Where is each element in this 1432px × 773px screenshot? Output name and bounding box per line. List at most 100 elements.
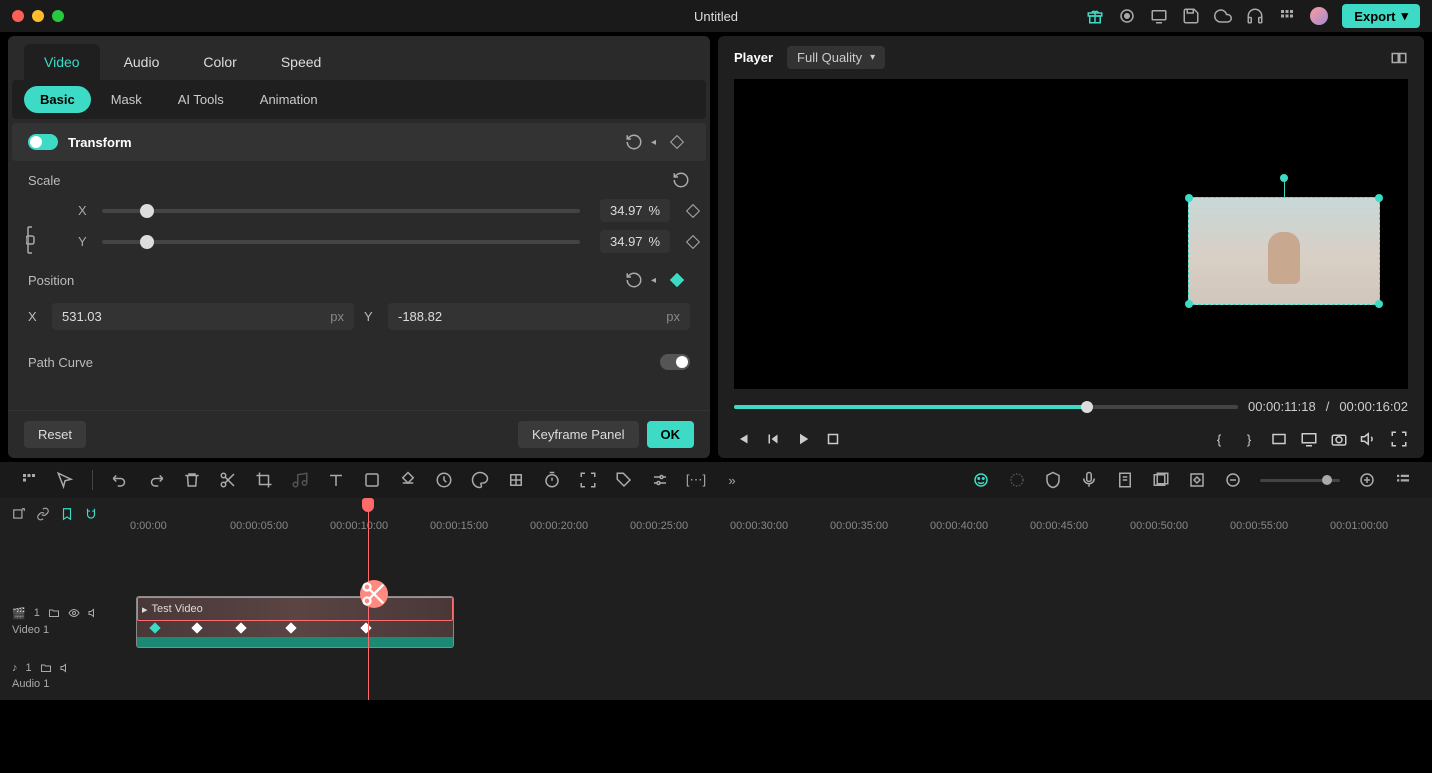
volume-icon[interactable] — [1360, 430, 1378, 448]
scale-x-value[interactable]: 34.97% — [600, 199, 670, 222]
transform-toggle[interactable] — [28, 134, 58, 150]
tab-animation[interactable]: Animation — [244, 86, 334, 113]
tab-speed[interactable]: Speed — [261, 44, 341, 80]
transform-keyframe-diamond[interactable] — [670, 135, 684, 149]
save-icon[interactable] — [1182, 7, 1200, 25]
marker-icon[interactable] — [60, 507, 74, 521]
palette-icon[interactable] — [471, 471, 489, 489]
step-back-button[interactable] — [764, 430, 782, 448]
playback-progress[interactable] — [734, 405, 1238, 409]
clip-keyframe[interactable] — [149, 622, 160, 633]
path-curve-toggle[interactable] — [660, 354, 690, 370]
music-icon[interactable] — [291, 471, 309, 489]
mic-icon[interactable] — [1080, 471, 1098, 489]
position-keyframe-diamond[interactable] — [670, 273, 684, 287]
expand-icon[interactable] — [579, 471, 597, 489]
close-window-button[interactable] — [12, 10, 24, 22]
magnet-icon[interactable] — [84, 507, 98, 521]
display-icon[interactable] — [1300, 430, 1318, 448]
tab-mask[interactable]: Mask — [95, 86, 158, 113]
zoom-in-icon[interactable] — [1358, 471, 1376, 489]
link-icon[interactable] — [36, 507, 50, 521]
keyframe-icon[interactable] — [1188, 471, 1206, 489]
undo-icon[interactable] — [111, 471, 129, 489]
clip-selection-frame[interactable] — [1188, 197, 1380, 305]
minimize-window-button[interactable] — [32, 10, 44, 22]
reset-transform-icon[interactable] — [625, 133, 643, 151]
clip-keyframe[interactable] — [285, 622, 296, 633]
target-icon[interactable] — [1008, 471, 1026, 489]
headphones-icon[interactable] — [1246, 7, 1264, 25]
maximize-window-button[interactable] — [52, 10, 64, 22]
scale-y-keyframe[interactable] — [686, 234, 700, 248]
freeze-icon[interactable] — [507, 471, 525, 489]
scale-x-slider[interactable] — [102, 209, 580, 213]
resize-handle-tr[interactable] — [1375, 194, 1383, 202]
aspect-icon[interactable] — [1270, 430, 1288, 448]
preview-area[interactable] — [734, 79, 1408, 389]
delete-icon[interactable] — [183, 471, 201, 489]
clip-keyframe[interactable] — [235, 622, 246, 633]
position-x-input[interactable]: 531.03px — [52, 303, 354, 330]
fullscreen-icon[interactable] — [1390, 430, 1408, 448]
zoom-slider[interactable] — [1260, 479, 1340, 482]
speed-ramp-icon[interactable] — [435, 471, 453, 489]
folder-icon[interactable] — [48, 607, 60, 619]
scale-x-keyframe[interactable] — [686, 203, 700, 217]
overflow-icon[interactable]: » — [723, 471, 741, 489]
tag-icon[interactable] — [615, 471, 633, 489]
export-button[interactable]: Export ▾ — [1342, 4, 1420, 28]
add-track-icon[interactable] — [12, 507, 26, 521]
mark-out-icon[interactable]: } — [1240, 430, 1258, 448]
rotate-handle[interactable] — [1280, 174, 1288, 182]
clip-keyframe[interactable] — [360, 622, 371, 633]
tab-color[interactable]: Color — [183, 44, 256, 80]
crop-zoom-icon[interactable] — [363, 471, 381, 489]
gallery-icon[interactable] — [1152, 471, 1170, 489]
play-button[interactable] — [794, 430, 812, 448]
gift-icon[interactable] — [1086, 7, 1104, 25]
color-icon[interactable] — [399, 471, 417, 489]
scale-y-value[interactable]: 34.97% — [600, 230, 670, 253]
reset-scale-icon[interactable] — [672, 171, 690, 189]
snapshot-icon[interactable] — [1330, 430, 1348, 448]
shield-icon[interactable] — [1044, 471, 1062, 489]
cut-icon[interactable] — [219, 471, 237, 489]
ai-icon[interactable] — [972, 471, 990, 489]
reset-button[interactable]: Reset — [24, 421, 86, 448]
keyframe-prev-icon[interactable]: ◂ — [651, 137, 656, 148]
notes-icon[interactable] — [1116, 471, 1134, 489]
tab-audio[interactable]: Audio — [104, 44, 180, 80]
tab-basic[interactable]: Basic — [24, 86, 91, 113]
record-icon[interactable] — [1118, 7, 1136, 25]
timer-icon[interactable] — [543, 471, 561, 489]
visibility-icon[interactable] — [68, 607, 80, 619]
stop-button[interactable] — [824, 430, 842, 448]
mute-icon[interactable] — [88, 607, 100, 619]
resize-handle-tl[interactable] — [1185, 194, 1193, 202]
reset-position-icon[interactable] — [625, 271, 643, 289]
quality-select[interactable]: Full Quality ▾ — [787, 46, 885, 69]
scale-y-slider[interactable] — [102, 240, 580, 244]
profile-icon[interactable] — [1310, 7, 1328, 25]
mark-in-icon[interactable]: { — [1210, 430, 1228, 448]
resize-handle-br[interactable] — [1375, 300, 1383, 308]
resize-handle-bl[interactable] — [1185, 300, 1193, 308]
keyframe-prev-icon[interactable]: ◂ — [651, 275, 656, 286]
tab-video[interactable]: Video — [24, 44, 100, 80]
apps-icon[interactable] — [1278, 7, 1296, 25]
grid-icon[interactable] — [20, 471, 38, 489]
more-icon[interactable]: [⋯] — [687, 471, 705, 489]
monitor-icon[interactable] — [1150, 7, 1168, 25]
zoom-out-icon[interactable] — [1224, 471, 1242, 489]
list-icon[interactable] — [1394, 471, 1412, 489]
adjust-icon[interactable] — [651, 471, 669, 489]
compare-view-icon[interactable] — [1390, 49, 1408, 67]
redo-icon[interactable] — [147, 471, 165, 489]
keyframe-panel-button[interactable]: Keyframe Panel — [518, 421, 639, 448]
pointer-icon[interactable] — [56, 471, 74, 489]
crop-icon[interactable] — [255, 471, 273, 489]
text-icon[interactable] — [327, 471, 345, 489]
clip-keyframe[interactable] — [191, 622, 202, 633]
cut-marker[interactable] — [360, 580, 388, 608]
